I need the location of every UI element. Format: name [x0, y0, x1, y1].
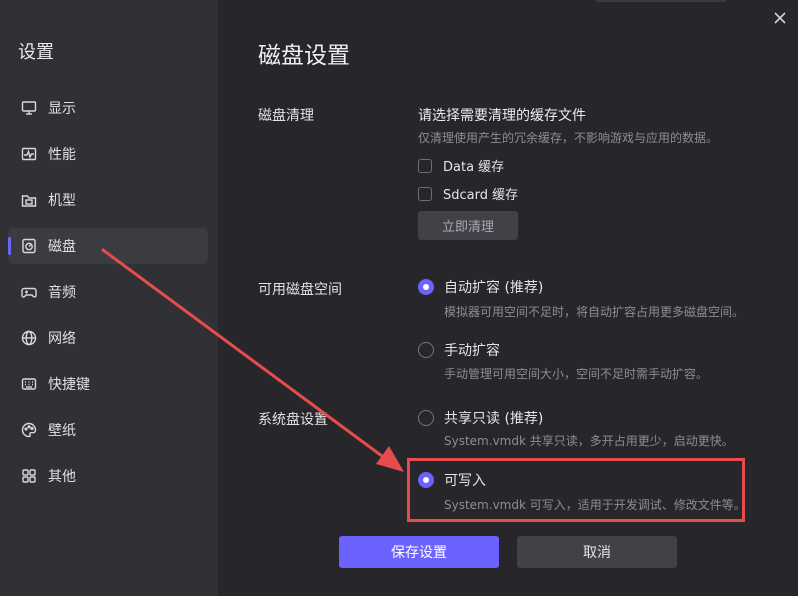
sidebar-item-label: 其他 [48, 469, 76, 485]
shared-readonly-radio[interactable]: 共享只读 (推荐) [418, 408, 543, 428]
checkbox-box[interactable] [418, 186, 432, 201]
shared-readonly-description: System.vmdk 共享只读，多开占用更少，启动更快。 [444, 434, 734, 448]
available-space-label: 可用磁盘空间 [258, 282, 342, 298]
keyboard-icon [20, 375, 38, 393]
sidebar-item-label: 磁盘 [48, 239, 76, 255]
sidebar-item-label: 网络 [48, 331, 76, 347]
system-disk-label: 系统盘设置 [258, 412, 328, 428]
device-model-icon [20, 191, 38, 209]
annotation-highlight-box [407, 458, 745, 522]
data-cache-checkbox[interactable]: Data 缓存 [418, 156, 504, 175]
sidebar-item-audio[interactable]: 音频 [8, 274, 208, 310]
title-bar-strip [596, 0, 726, 2]
disk-icon [20, 237, 38, 255]
palette-icon [20, 421, 38, 439]
monitor-icon [20, 99, 38, 117]
sidebar-item-display[interactable]: 显示 [8, 90, 208, 126]
sidebar-item-disk[interactable]: 磁盘 [8, 228, 208, 264]
sidebar-item-performance[interactable]: 性能 [8, 136, 208, 172]
checkbox-box[interactable] [418, 158, 432, 173]
radio-button[interactable] [418, 410, 434, 426]
checkbox-label: Sdcard 缓存 [443, 188, 519, 203]
sidebar-item-wallpaper[interactable]: 壁纸 [8, 412, 208, 448]
radio-label: 共享只读 (推荐) [444, 411, 544, 427]
sidebar-item-label: 机型 [48, 193, 76, 209]
sidebar-title: 设置 [18, 42, 54, 63]
close-button[interactable] [770, 8, 790, 28]
radio-label: 手动扩容 [444, 343, 500, 359]
disk-cleanup-label: 磁盘清理 [258, 108, 314, 124]
globe-icon [20, 329, 38, 347]
save-settings-button[interactable]: 保存设置 [339, 536, 499, 568]
cleanup-heading: 请选择需要清理的缓存文件 [418, 108, 586, 124]
sidebar-item-shortcuts[interactable]: 快捷键 [8, 366, 208, 402]
sidebar-item-network[interactable]: 网络 [8, 320, 208, 356]
sidebar-item-label: 壁纸 [48, 423, 76, 439]
auto-expand-description: 模拟器可用空间不足时，将自动扩容占用更多磁盘空间。 [444, 305, 745, 319]
sidebar-item-other[interactable]: 其他 [8, 458, 208, 494]
performance-icon [20, 145, 38, 163]
radio-button[interactable] [418, 279, 434, 295]
clean-now-button[interactable]: 立即清理 [418, 211, 518, 240]
radio-button[interactable] [418, 342, 434, 358]
grid-icon [20, 467, 38, 485]
cancel-button[interactable]: 取消 [517, 536, 677, 568]
close-icon [774, 12, 786, 24]
sidebar: 设置 显示 性能 机型 磁盘 音频 网络 快捷键 壁纸 其他 [0, 0, 218, 596]
sidebar-item-label: 性能 [48, 147, 76, 163]
cleanup-description: 仅清理使用产生的冗余缓存，不影响游戏与应用的数据。 [418, 131, 719, 145]
sidebar-item-device-model[interactable]: 机型 [8, 182, 208, 218]
radio-label: 自动扩容 (推荐) [444, 280, 544, 296]
sidebar-item-label: 快捷键 [48, 377, 90, 393]
gamepad-icon [20, 283, 38, 301]
sdcard-cache-checkbox[interactable]: Sdcard 缓存 [418, 184, 518, 203]
manual-expand-description: 手动管理可用空间大小，空间不足时需手动扩容。 [444, 367, 709, 381]
sidebar-item-label: 音频 [48, 285, 76, 301]
page-title: 磁盘设置 [258, 43, 350, 69]
manual-expand-radio[interactable]: 手动扩容 [418, 340, 500, 360]
sidebar-item-label: 显示 [48, 101, 76, 117]
checkbox-label: Data 缓存 [443, 160, 505, 175]
auto-expand-radio[interactable]: 自动扩容 (推荐) [418, 277, 543, 297]
